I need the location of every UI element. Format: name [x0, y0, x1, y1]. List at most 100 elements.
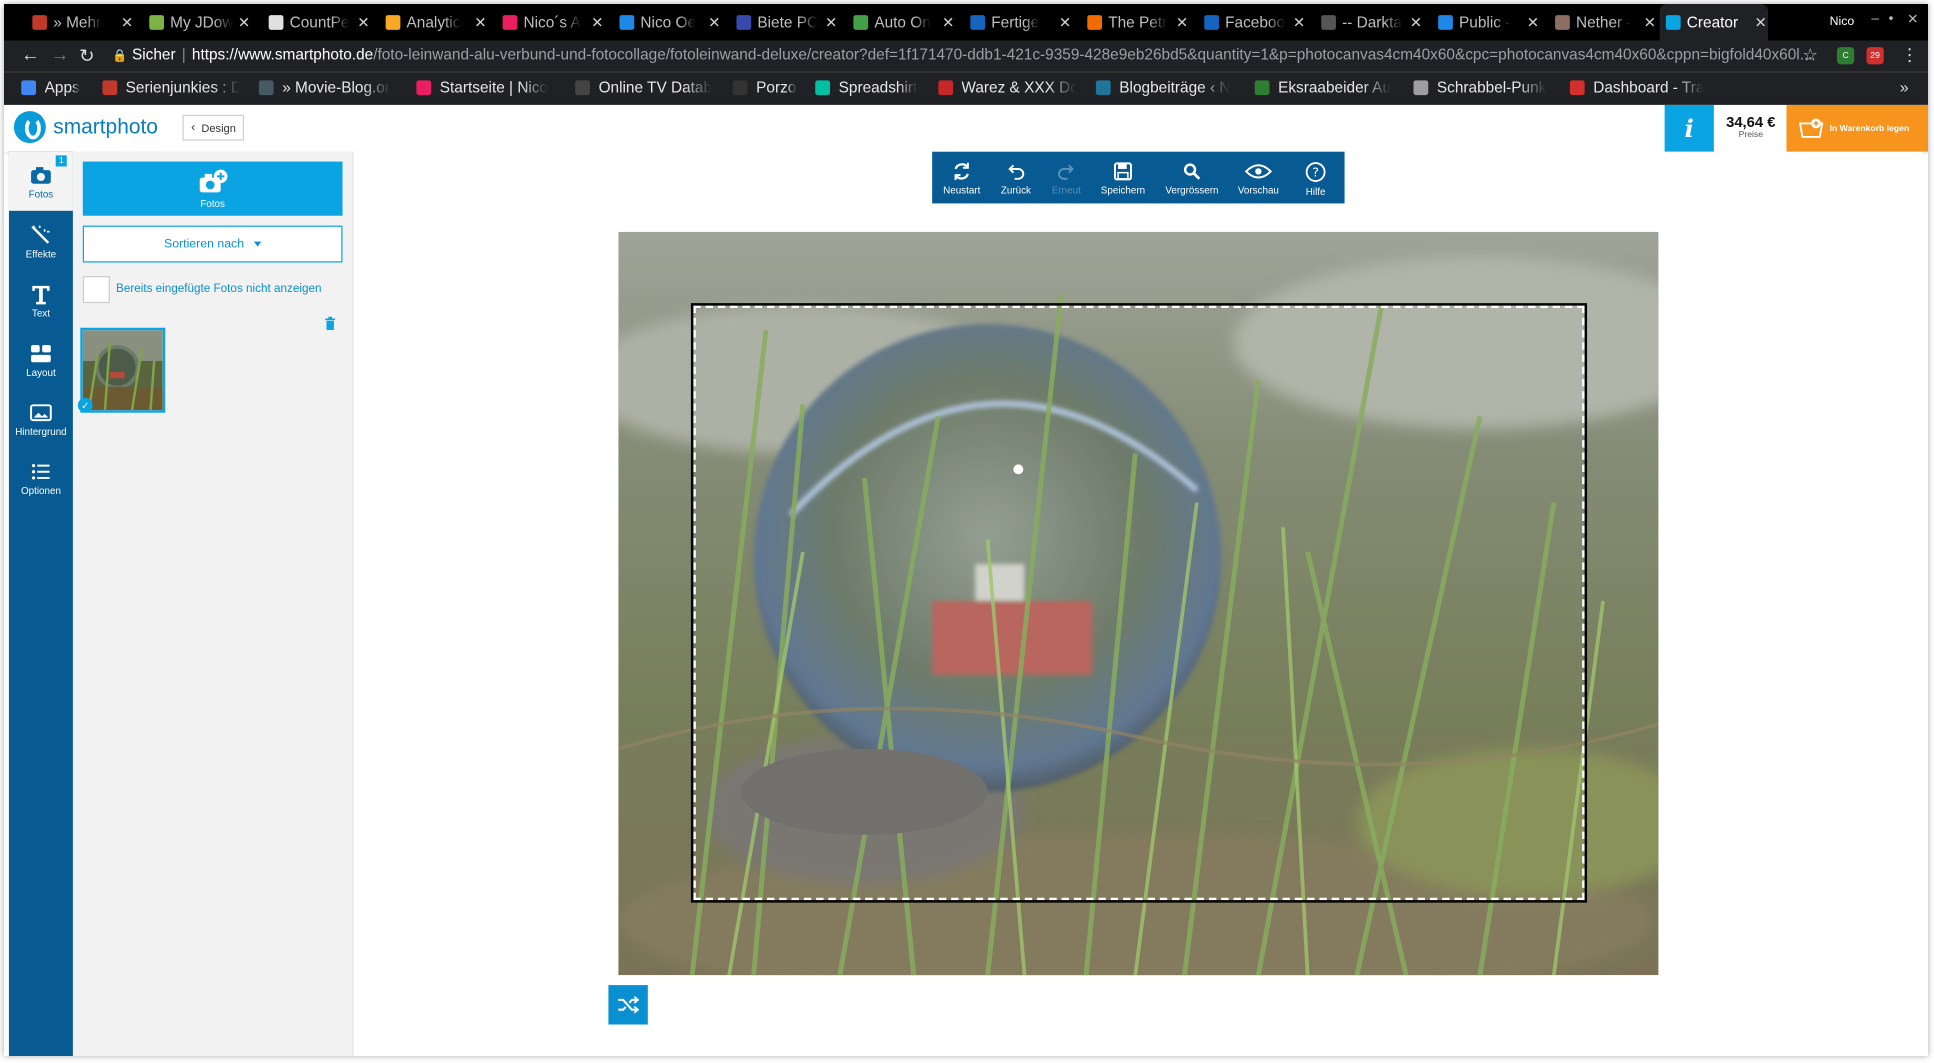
- tab-close-icon[interactable]: ✕: [590, 14, 605, 31]
- bookmark-item[interactable]: Schrabbel-Punk: [1413, 79, 1551, 96]
- canvas-photo[interactable]: [618, 231, 1659, 976]
- tab-close-icon[interactable]: ✕: [120, 14, 135, 31]
- browser-menu-icon[interactable]: ⋮: [1901, 45, 1918, 66]
- add-photos-label: Fotos: [200, 198, 225, 210]
- nav-item-optionen[interactable]: Optionen: [9, 448, 73, 507]
- tab-close-icon[interactable]: ✕: [1753, 14, 1768, 31]
- toolbar-help-button[interactable]: ? Hilfe: [1287, 152, 1345, 204]
- trash-icon[interactable]: [324, 316, 336, 331]
- back-arrow-icon[interactable]: ←: [21, 45, 39, 66]
- nav-item-effekte[interactable]: Effekte: [9, 212, 73, 271]
- nav-item-hintergrund[interactable]: Hintergrund: [9, 389, 73, 448]
- editor-canvas-area: Neustart Zurück Erneut Speichern Vergrössern…: [353, 151, 1924, 1056]
- browser-tab[interactable]: My JDow ✕: [143, 4, 251, 41]
- browser-tab[interactable]: Auto On ✕: [847, 4, 955, 41]
- browser-tab[interactable]: -- Darkta ✕: [1315, 4, 1423, 41]
- bookmark-item[interactable]: Serienjunkies : D: [102, 79, 240, 96]
- bookmark-item[interactable]: Porzo: [732, 79, 801, 96]
- add-photos-button[interactable]: Fotos: [82, 161, 343, 216]
- minimize-icon[interactable]: –: [1871, 11, 1879, 26]
- nav-item-text[interactable]: Text: [9, 271, 73, 330]
- restore-icon[interactable]: •: [1889, 11, 1894, 26]
- browser-tab[interactable]: Analytic ✕: [379, 4, 487, 41]
- browser-tab[interactable]: Public - ✕: [1432, 4, 1540, 41]
- back-to-design-button[interactable]: ‹ Design: [182, 114, 245, 141]
- mail-extension-icon[interactable]: 29: [1866, 47, 1884, 65]
- toolbar-zoom-button[interactable]: Vergrössern: [1154, 152, 1230, 204]
- tab-close-icon[interactable]: ✕: [1058, 14, 1073, 31]
- browser-tab[interactable]: The Petr ✕: [1081, 4, 1189, 41]
- nav-item-layout[interactable]: Layout: [9, 330, 73, 389]
- close-window-icon[interactable]: ✕: [1907, 11, 1918, 28]
- bookmark-item[interactable]: Startseite | Nico: [416, 79, 554, 96]
- toolbar-save-button[interactable]: Speichern: [1092, 152, 1154, 204]
- editor-left-nav: Fotos 1 Effekte Text Layout Hintergrund Option…: [8, 151, 73, 1056]
- browser-tab[interactable]: Nether - ✕: [1549, 4, 1657, 41]
- browser-tab[interactable]: Creator ✕: [1659, 4, 1769, 41]
- camera-icon: [9, 164, 73, 186]
- reload-icon[interactable]: ↻: [79, 45, 94, 67]
- bookmark-star-icon[interactable]: ☆: [1802, 45, 1817, 66]
- bookmark-item[interactable]: Online TV Datab: [575, 79, 713, 96]
- bookmark-item[interactable]: » Movie-Blog.or: [258, 79, 397, 96]
- tab-label: Nether -: [1575, 13, 1632, 32]
- browser-window: » Mehr ✕ My JDow ✕ CountPe ✕ Analytic ✕ Nico´s A…: [4, 4, 1928, 1056]
- nav-item-label: Layout: [26, 367, 56, 379]
- browser-tab[interactable]: » Mehr ✕: [26, 4, 134, 41]
- tab-close-icon[interactable]: ✕: [941, 14, 956, 31]
- bookmark-item[interactable]: Dashboard - Tra: [1569, 79, 1708, 96]
- tab-close-icon[interactable]: ✕: [473, 14, 488, 31]
- forward-arrow-icon[interactable]: →: [51, 45, 69, 66]
- bookmark-item[interactable]: Eksraabeider Au: [1254, 79, 1393, 96]
- browser-tab[interactable]: Nico Oe ✕: [613, 4, 721, 41]
- tab-close-icon[interactable]: ✕: [1642, 14, 1657, 31]
- cart-label: In Warenkorb legen: [1829, 124, 1910, 133]
- tab-close-icon[interactable]: ✕: [1292, 14, 1307, 31]
- add-to-cart-button[interactable]: In Warenkorb legen: [1786, 104, 1928, 152]
- bookmark-favicon-icon: [21, 80, 37, 96]
- price-info-button[interactable]: i: [1664, 104, 1714, 152]
- tab-favicon-icon: [1087, 15, 1103, 30]
- eye-icon: [1230, 162, 1287, 182]
- tab-close-icon[interactable]: ✕: [237, 14, 252, 31]
- shuffle-button[interactable]: [608, 985, 648, 1025]
- secure-label: Sicher: [131, 45, 176, 64]
- hide-used-checkbox[interactable]: [82, 276, 110, 304]
- bookmark-item[interactable]: Blogbeiträge ‹ N: [1095, 79, 1234, 96]
- tab-close-icon[interactable]: ✕: [356, 14, 371, 31]
- profile-name[interactable]: Nico: [1830, 15, 1855, 29]
- browser-tab[interactable]: CountPe ✕: [263, 4, 371, 41]
- tab-close-icon[interactable]: ✕: [707, 14, 722, 31]
- browser-tab[interactable]: Faceboo ✕: [1198, 4, 1306, 41]
- bookmarks-overflow-button[interactable]: »: [1900, 78, 1909, 96]
- bookmark-item[interactable]: Spreadshirt: [815, 79, 926, 96]
- toolbar-undo-button[interactable]: Zurück: [991, 152, 1040, 204]
- toolbar-eye-button[interactable]: Vorschau: [1230, 152, 1287, 204]
- tab-favicon-icon: [32, 15, 48, 30]
- toolbar-refresh-button[interactable]: Neustart: [932, 152, 991, 204]
- toolbar-redo-button[interactable]: Erneut: [1041, 152, 1093, 204]
- toolbar-label: Vergrössern: [1165, 184, 1219, 197]
- tab-close-icon[interactable]: ✕: [1175, 14, 1190, 31]
- save-icon: [1092, 162, 1154, 182]
- tab-close-icon[interactable]: ✕: [824, 14, 839, 31]
- browser-tab[interactable]: Biete PC ✕: [730, 4, 838, 41]
- hide-used-label[interactable]: Bereits eingefügte Fotos nicht anzeigen: [116, 282, 321, 296]
- undo-icon: [991, 162, 1040, 182]
- bookmark-favicon-icon: [416, 80, 432, 96]
- browser-tab[interactable]: Fertige ✕: [964, 4, 1072, 41]
- shuffle-icon: [618, 996, 640, 1014]
- toolbar-label: Zurück: [1000, 184, 1031, 197]
- sort-dropdown[interactable]: Sortieren nach: [82, 225, 343, 263]
- smartphoto-logo[interactable]: smartphoto: [13, 111, 158, 144]
- photo-thumbnail[interactable]: [80, 327, 166, 413]
- browser-tab[interactable]: Nico´s A ✕: [496, 4, 604, 41]
- bookmark-item[interactable]: Warez & XXX Do: [938, 79, 1076, 96]
- nav-item-fotos[interactable]: Fotos 1: [8, 151, 73, 211]
- clip-extension-icon[interactable]: C: [1836, 47, 1855, 65]
- tab-close-icon[interactable]: ✕: [1526, 14, 1541, 31]
- tab-close-icon[interactable]: ✕: [1409, 14, 1424, 31]
- bookmark-item[interactable]: Apps: [21, 79, 89, 96]
- url-field[interactable]: 🔒 Sicher | https://www.smartphoto.de/foto-…: [112, 46, 1812, 63]
- tab-label: Auto On: [874, 13, 931, 32]
